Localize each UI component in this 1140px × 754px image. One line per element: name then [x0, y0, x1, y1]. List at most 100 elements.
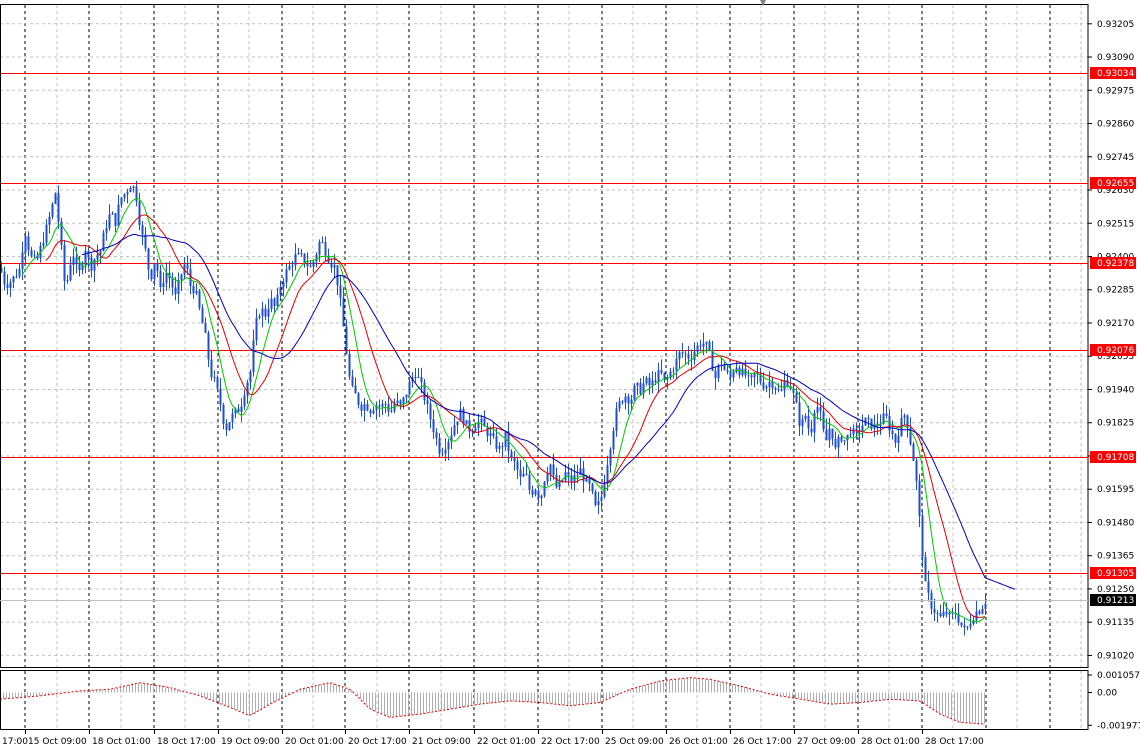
candle-body — [609, 449, 612, 466]
candle-body — [18, 268, 21, 277]
candle-body — [285, 269, 288, 283]
price-tick-label: 0.92515 — [1097, 219, 1134, 229]
candle-body — [567, 471, 570, 476]
candle-body — [885, 413, 888, 416]
candle-body — [435, 432, 438, 439]
candle-body — [474, 428, 477, 432]
candle-body — [705, 341, 708, 344]
candle-body — [201, 307, 204, 324]
candle-body — [150, 269, 153, 280]
candle-body — [606, 465, 609, 484]
time-tick-label: 28 Oct 17:00 — [925, 737, 984, 747]
candle-body — [159, 270, 162, 288]
candle-body — [12, 276, 15, 283]
candle-body — [552, 464, 555, 476]
candle-body — [525, 473, 528, 475]
candle-body — [615, 408, 618, 431]
candle-body — [867, 417, 870, 419]
candle-body — [267, 309, 270, 317]
candle-body — [237, 408, 240, 412]
candle-body — [489, 433, 492, 437]
time-tick-label: 21 Oct 09:00 — [412, 737, 471, 747]
candle-body — [294, 253, 297, 266]
candle-body — [96, 254, 99, 260]
candle-body — [936, 612, 939, 614]
candle-body — [240, 406, 243, 412]
candle-body — [516, 461, 519, 470]
time-tick-label: 25 Oct 09:00 — [605, 737, 664, 747]
candle-body — [108, 214, 111, 229]
candle-body — [270, 298, 273, 310]
candle-body — [966, 626, 969, 628]
candle-body — [348, 353, 351, 377]
candle-body — [729, 371, 732, 378]
candle-body — [243, 395, 246, 407]
candle-body — [798, 402, 801, 426]
candle-body — [939, 613, 942, 617]
candle-body — [771, 381, 774, 389]
candle-body — [132, 186, 135, 188]
candle-body — [942, 611, 945, 617]
level-price-label: 0.91708 — [1097, 453, 1134, 463]
candle-body — [195, 290, 198, 294]
price-tick-label: 0.91250 — [1097, 585, 1134, 595]
candle-body — [546, 473, 549, 482]
candle-body — [777, 389, 780, 391]
candle-body — [273, 298, 276, 306]
candle-body — [852, 428, 855, 435]
time-tick-label: 26 Oct 17:00 — [733, 737, 792, 747]
candle-body — [276, 294, 279, 306]
candle-body — [969, 623, 972, 627]
level-price-label: 0.92076 — [1097, 346, 1134, 356]
candle-body — [24, 236, 27, 253]
candle-body — [624, 396, 627, 403]
candle-body — [612, 430, 615, 450]
candle-body — [810, 428, 813, 433]
candle-body — [222, 404, 225, 424]
candle-body — [948, 612, 951, 615]
candle-body — [555, 475, 558, 488]
candle-body — [114, 213, 117, 227]
candle-body — [321, 241, 324, 243]
level-price-label: 0.92378 — [1097, 259, 1134, 269]
time-tick-label: 18 Oct 01:00 — [92, 737, 151, 747]
candle-body — [492, 433, 495, 437]
candle-body — [330, 262, 333, 268]
candle-body — [420, 377, 423, 383]
candle-body — [69, 264, 72, 281]
candle-body — [207, 332, 210, 360]
candle-body — [210, 359, 213, 378]
candle-body — [429, 403, 432, 420]
level-price-label: 0.92655 — [1097, 179, 1134, 189]
candle-body — [600, 496, 603, 502]
candle-body — [657, 370, 660, 382]
candle-body — [960, 622, 963, 626]
candle-body — [414, 377, 417, 379]
candle-body — [93, 259, 96, 271]
price-tick-label: 0.92285 — [1097, 286, 1134, 296]
candle-body — [945, 611, 948, 615]
candle-body — [339, 285, 342, 298]
candle-body — [963, 625, 966, 628]
candle-body — [75, 257, 78, 264]
candle-body — [444, 449, 447, 454]
candle-body — [591, 483, 594, 492]
candle-body — [288, 265, 291, 270]
candle-body — [648, 377, 651, 386]
candle-body — [99, 251, 102, 255]
candle-body — [165, 272, 168, 283]
candle-body — [354, 385, 357, 394]
candle-body — [975, 611, 978, 621]
candle-body — [447, 441, 450, 450]
candle-body — [120, 197, 123, 205]
candle-body — [933, 608, 936, 613]
candle-body — [537, 490, 540, 499]
candle-body — [906, 415, 909, 429]
candle-body — [921, 515, 924, 558]
time-tick-label: 28 Oct 01:00 — [861, 737, 920, 747]
candle-body — [927, 581, 930, 593]
candle-body — [162, 282, 165, 288]
candle-body — [765, 386, 768, 389]
candle-body — [732, 371, 735, 378]
price-chart[interactable]: 0.93205 0.93090 0.92975 0.92860 0.92745 0.926… — [0, 0, 1140, 754]
